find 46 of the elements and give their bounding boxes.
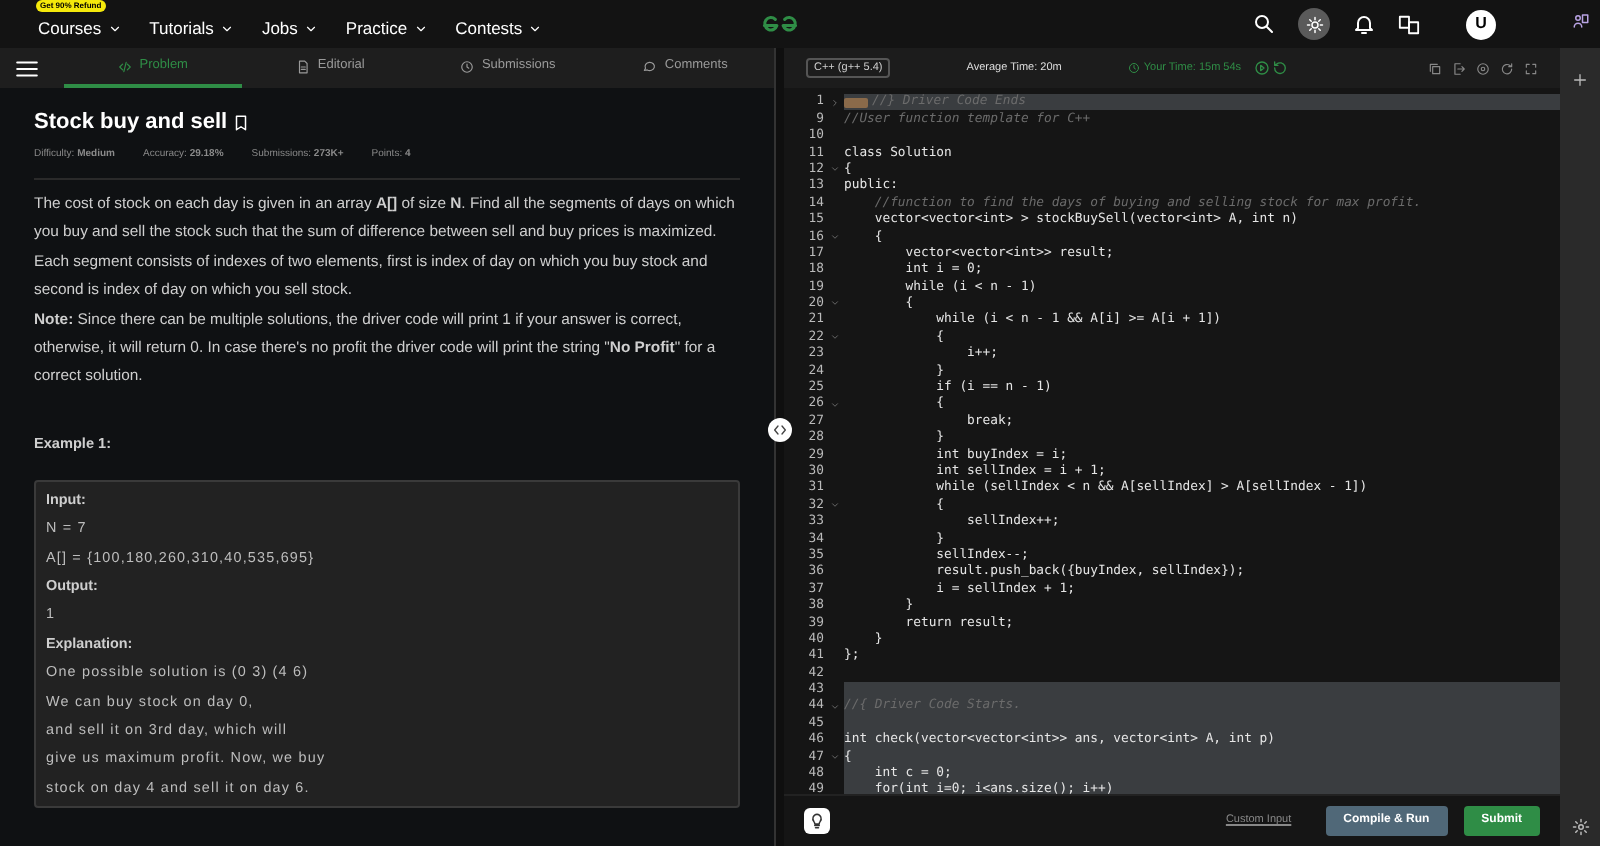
fold-caret-icon[interactable] — [829, 500, 839, 511]
chevron-down-icon — [528, 21, 543, 35]
refresh-icon[interactable] — [1500, 61, 1514, 75]
nav-menu-item[interactable]: Tutorials — [149, 15, 234, 41]
fold-caret-icon[interactable] — [829, 399, 839, 410]
chevron-down-icon — [107, 21, 122, 35]
fold-caret-icon[interactable] — [829, 231, 839, 242]
problem-title: Stock buy and sell — [34, 108, 228, 138]
people-icon[interactable] — [1571, 12, 1589, 30]
hint-button[interactable] — [804, 808, 830, 834]
copy-icon[interactable] — [1428, 61, 1442, 75]
chevron-down-icon — [413, 21, 428, 35]
folded-code-marker[interactable] — [844, 97, 868, 108]
chat-bubble-icon — [642, 59, 657, 73]
clock-icon — [1127, 62, 1140, 74]
fold-caret-icon[interactable] — [829, 701, 839, 712]
search-icon[interactable] — [1252, 12, 1276, 36]
reset-timer-icon[interactable] — [1271, 60, 1288, 76]
play-icon[interactable] — [1253, 60, 1270, 76]
chevron-down-icon — [219, 21, 234, 35]
bell-icon[interactable] — [1352, 12, 1376, 36]
sun-icon — [1305, 15, 1323, 33]
clock-icon — [459, 59, 474, 73]
fold-caret-icon[interactable] — [829, 332, 839, 343]
code-icon — [117, 59, 132, 73]
theme-toggle-button[interactable] — [1298, 8, 1330, 40]
fullscreen-icon[interactable] — [1524, 61, 1538, 75]
plus-icon[interactable] — [1572, 72, 1588, 88]
double-chevron-icon — [772, 422, 788, 438]
settings-icon[interactable] — [1571, 818, 1589, 836]
nav-menu-item[interactable]: Contests — [455, 15, 543, 41]
fold-caret-icon[interactable] — [829, 97, 839, 108]
bookmark-icon[interactable] — [231, 113, 250, 132]
chevron-down-icon — [303, 21, 318, 35]
fold-caret-icon[interactable] — [829, 751, 839, 762]
user-avatar[interactable]: U — [1466, 9, 1496, 39]
export-icon[interactable] — [1452, 61, 1466, 75]
menu-icon[interactable] — [14, 55, 40, 81]
nav-menu-item[interactable]: Practice — [345, 15, 428, 41]
fold-caret-icon[interactable] — [829, 164, 839, 175]
document-icon — [295, 59, 310, 73]
fold-caret-icon[interactable] — [829, 298, 839, 309]
settings-icon[interactable] — [1476, 61, 1490, 75]
lightbulb-icon — [808, 812, 826, 830]
nav-menu-item[interactable]: Courses — [38, 15, 122, 41]
nav-menu-item[interactable]: Jobs — [261, 15, 318, 41]
